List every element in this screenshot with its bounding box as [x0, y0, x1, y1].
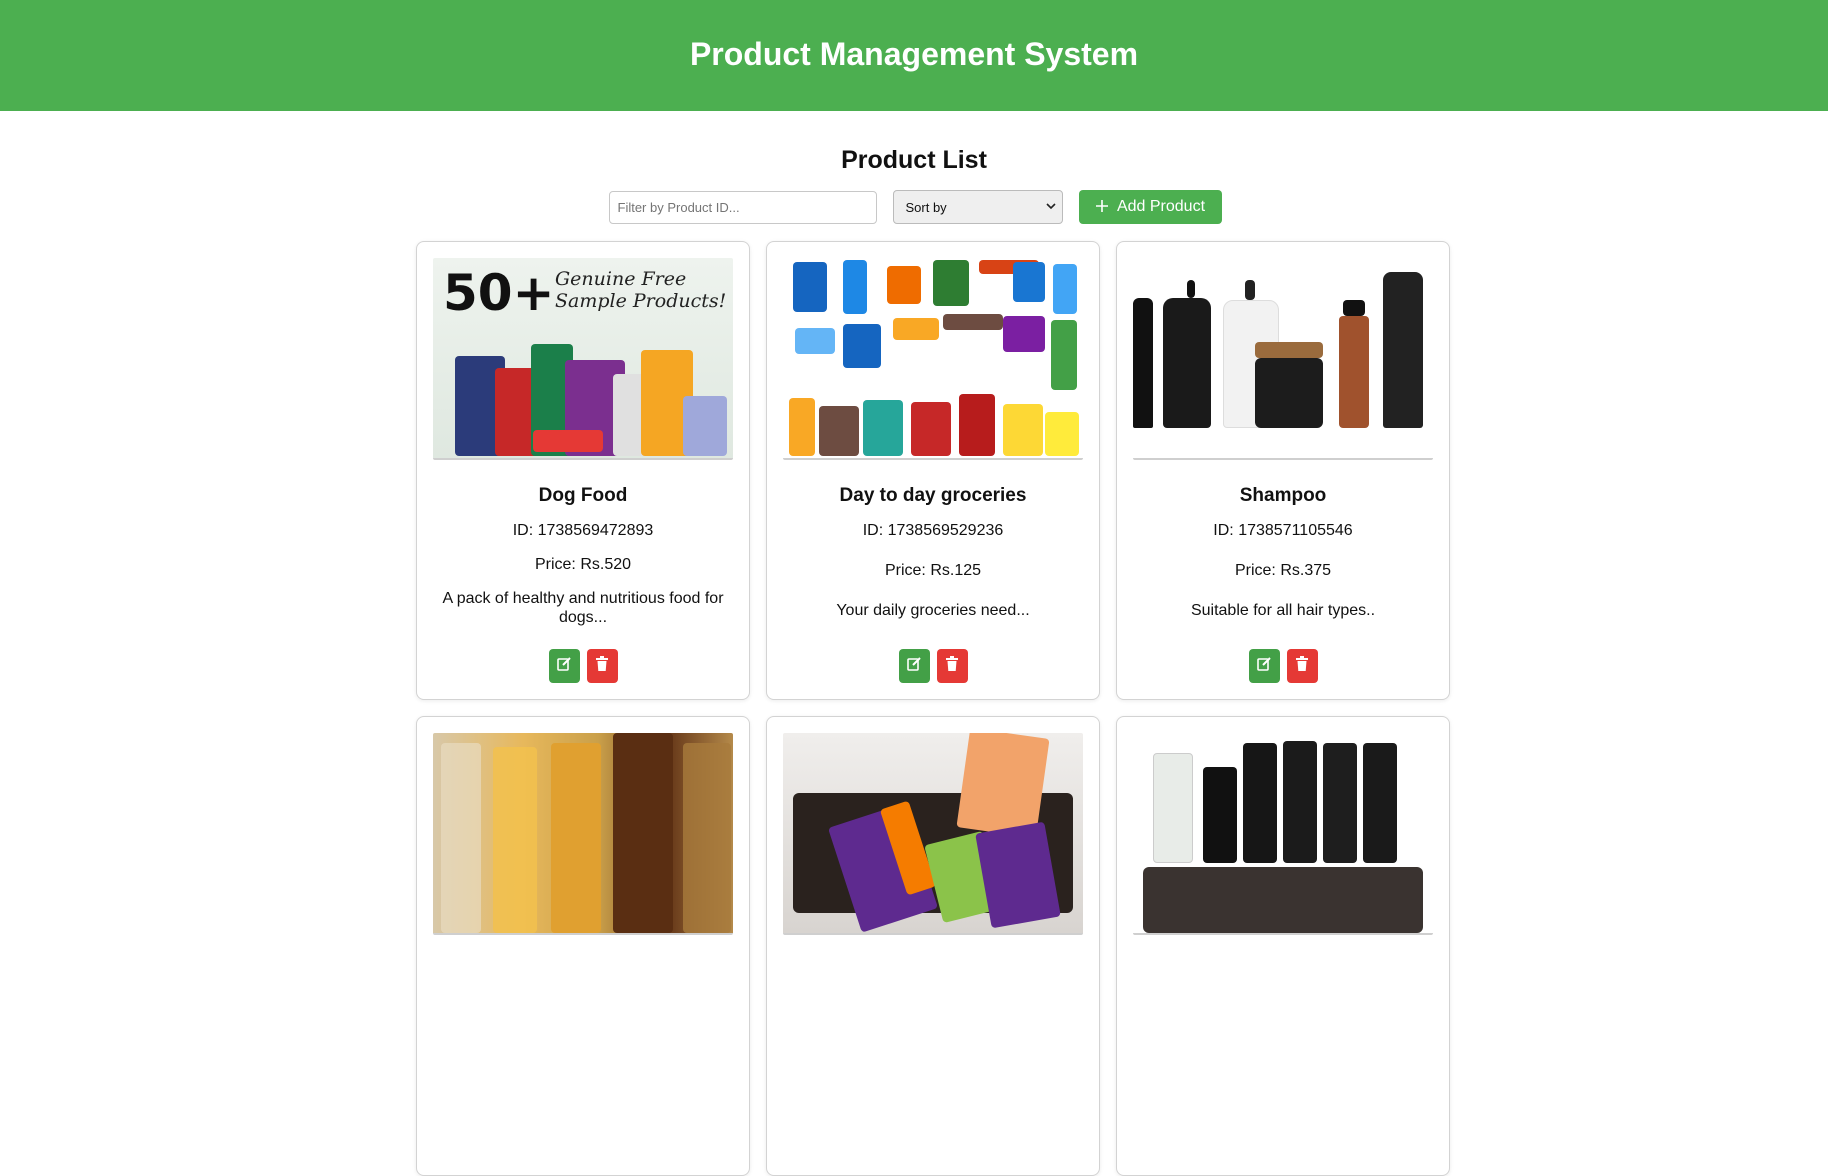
product-grid: 50+ Genuine Free Sample Products! Dog Fo… [416, 241, 1450, 1176]
product-price: Price: Rs.520 [534, 556, 632, 573]
card-actions [1117, 649, 1449, 683]
product-description: Your daily groceries need... [836, 602, 1030, 619]
trash-icon [595, 655, 609, 677]
product-id: ID: 1738569472893 [512, 522, 654, 539]
delete-button[interactable] [586, 649, 618, 683]
page-title: Product List [841, 146, 987, 174]
sort-select-value: Sort by [905, 199, 947, 215]
product-id: ID: 1738571105546 [1213, 522, 1353, 539]
product-image [783, 733, 1083, 935]
app-title: Product Management System [689, 36, 1139, 72]
product-name: Shampoo [1239, 485, 1327, 506]
sort-select[interactable]: Sort by [892, 190, 1063, 224]
product-price: Price: Rs.125 [884, 562, 982, 579]
product-card: 50+ Genuine Free Sample Products! Dog Fo… [416, 241, 750, 700]
product-price: Price: Rs.375 [1234, 562, 1332, 579]
product-name: Dog Food [538, 485, 628, 506]
product-id: ID: 1738569529236 [862, 522, 1004, 539]
toolbar: Sort by Add Product [0, 190, 1828, 224]
product-card [416, 716, 750, 1176]
product-name: Day to day groceries [839, 485, 1027, 506]
product-image: 50+ Genuine Free Sample Products! [433, 258, 733, 460]
card-actions [767, 649, 1099, 683]
promo-line-2: Sample Products! [555, 290, 727, 312]
product-card [1116, 716, 1450, 1176]
edit-button[interactable] [548, 649, 580, 683]
add-product-button[interactable]: Add Product [1078, 190, 1222, 224]
edit-button[interactable] [898, 649, 930, 683]
edit-icon [1256, 656, 1272, 677]
promo-number: 50+ [443, 264, 555, 322]
product-card: Day to day groceries ID: 1738569529236 P… [766, 241, 1100, 700]
product-image [783, 258, 1083, 460]
app-header: Product Management System [0, 0, 1828, 111]
product-card: Shampoo ID: 1738571105546 Price: Rs.375 … [1116, 241, 1450, 700]
chevron-down-icon [1045, 201, 1056, 213]
trash-icon [1295, 655, 1309, 677]
add-product-label: Add Product [1116, 198, 1206, 215]
delete-button[interactable] [1286, 649, 1318, 683]
filter-input[interactable] [608, 190, 877, 224]
product-image [1133, 258, 1433, 460]
trash-icon [945, 655, 959, 677]
product-image [1133, 733, 1433, 935]
edit-icon [556, 656, 572, 677]
product-card [766, 716, 1100, 1176]
product-description: Suitable for all hair types.. [1190, 602, 1376, 619]
product-description: A pack of healthy and nutritious food fo… [442, 590, 724, 626]
card-actions [417, 649, 749, 683]
product-image [433, 733, 733, 935]
edit-icon [906, 656, 922, 677]
promo-line-1: Genuine Free [555, 268, 687, 290]
plus-icon [1095, 195, 1109, 217]
promo-text: Genuine Free Sample Products! [555, 268, 726, 312]
delete-button[interactable] [936, 649, 968, 683]
edit-button[interactable] [1248, 649, 1280, 683]
